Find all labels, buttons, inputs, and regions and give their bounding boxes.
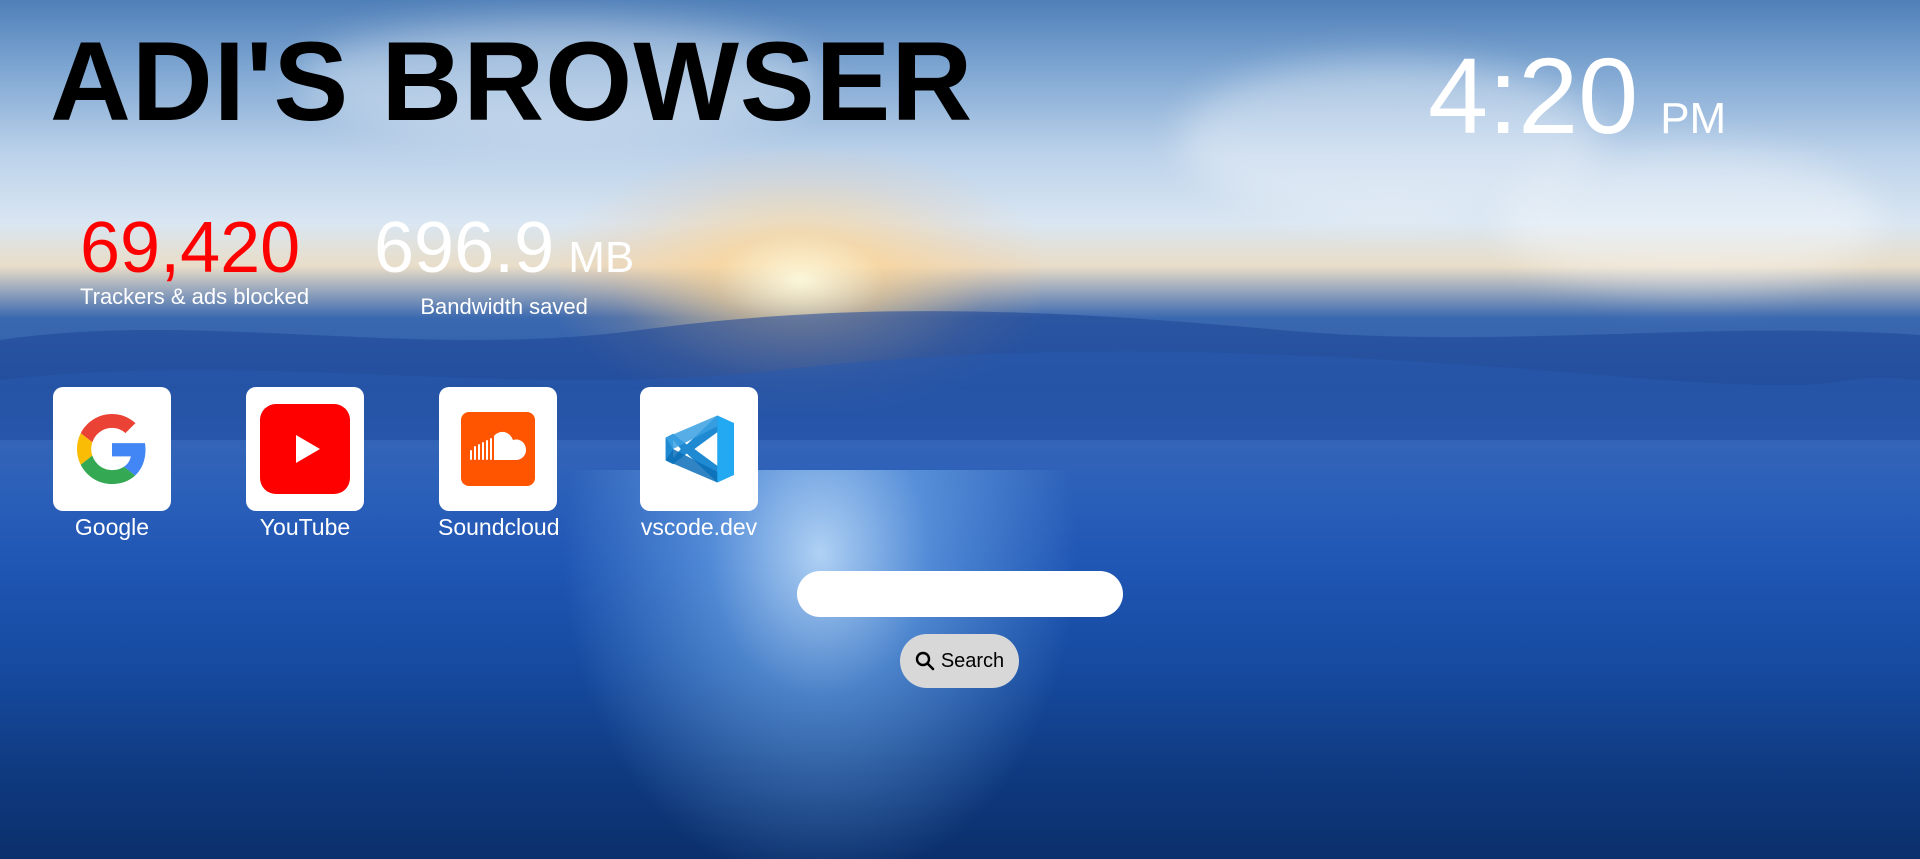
clock-period: PM	[1660, 94, 1727, 143]
bandwidth-saved-value: 696.9	[374, 208, 555, 288]
shortcut-label[interactable]: vscode.dev	[639, 513, 759, 541]
shortcut-label[interactable]: YouTube	[245, 513, 365, 541]
shortcut-google[interactable]: Google	[52, 387, 172, 541]
shortcut-vscode[interactable]: vscode.dev	[639, 387, 759, 541]
soundcloud-icon	[461, 412, 535, 486]
google-icon	[77, 414, 146, 484]
shortcut-label[interactable]: Google	[52, 513, 172, 541]
trackers-blocked-label: Trackers & ads blocked	[80, 284, 310, 309]
clock: 4:20 PM	[1428, 36, 1726, 156]
shortcut-tile[interactable]	[246, 387, 364, 511]
bandwidth-saved-stat: 696.9 MB Bandwidth saved	[374, 208, 634, 320]
trackers-blocked-count: 69,420	[80, 208, 301, 288]
bandwidth-saved-unit: MB	[568, 233, 635, 282]
search-icon	[915, 651, 935, 671]
search-button[interactable]: Search	[900, 634, 1019, 688]
shortcut-tile[interactable]	[53, 387, 171, 511]
shortcut-soundcloud[interactable]: Soundcloud	[438, 387, 560, 541]
shortcut-tile[interactable]	[439, 387, 557, 511]
shortcut-youtube[interactable]: YouTube	[245, 387, 365, 541]
bandwidth-saved-value-row: 696.9 MB	[374, 208, 634, 298]
new-tab-page: ADI'S BROWSER 4:20 PM 69,420 Trackers & a…	[0, 0, 1920, 859]
page-title: ADI'S BROWSER	[50, 19, 974, 144]
search-button-label: Search	[940, 649, 1005, 672]
shortcut-label[interactable]: Soundcloud	[438, 513, 560, 541]
trackers-blocked-stat: 69,420 Trackers & ads blocked	[80, 208, 309, 310]
shortcut-tile[interactable]	[640, 387, 758, 511]
youtube-icon	[260, 404, 350, 494]
search-input[interactable]	[797, 571, 1123, 617]
clock-time: 4:20	[1428, 35, 1639, 156]
vscode-icon	[665, 415, 734, 483]
background-cloud	[1500, 150, 1880, 290]
